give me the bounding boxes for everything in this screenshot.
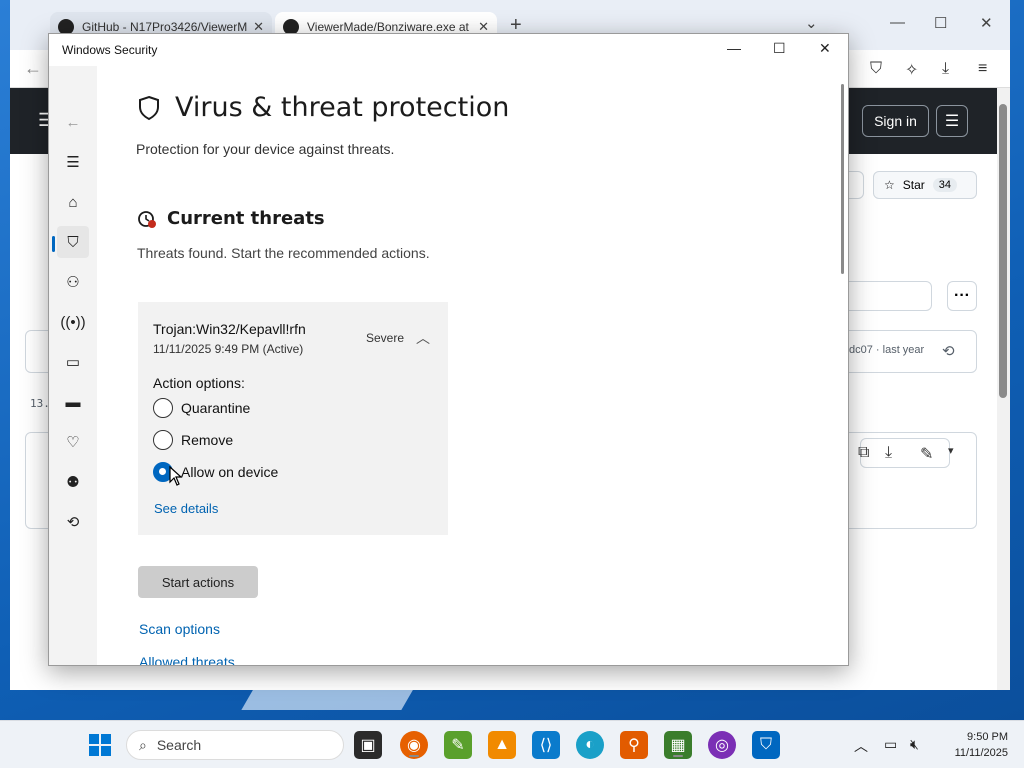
active-nav-indicator: [52, 236, 55, 252]
hamburger-icon[interactable]: ☰: [57, 146, 89, 178]
magic-wand-icon[interactable]: ✧: [905, 60, 918, 80]
star-button[interactable]: ☆ Star 34: [873, 171, 977, 199]
option-allow-label: Allow on device: [181, 464, 279, 480]
download-raw-icon[interactable]: ⤓: [885, 444, 892, 462]
menu-icon[interactable]: ≡: [978, 60, 987, 78]
speaker-mute-icon[interactable]: 🔇︎: [910, 736, 919, 753]
section-subtitle: Threats found. Start the recommended act…: [137, 245, 430, 261]
chevron-up-icon[interactable]: ︿: [416, 328, 430, 348]
section-title: Current threats: [167, 208, 325, 229]
home-icon[interactable]: ⌂: [57, 186, 89, 218]
threat-name: Trojan:Win32/Kepavll!rfn: [153, 321, 306, 337]
copy-icon[interactable]: ⧉: [858, 444, 869, 462]
family-icon[interactable]: ⚉: [57, 466, 89, 498]
bluestacks-icon[interactable]: ▦: [664, 731, 692, 759]
security-scrollbar[interactable]: [841, 84, 844, 274]
tab-list-chevron-icon[interactable]: ⌄: [805, 14, 818, 32]
clock-date: 11/11/2025: [954, 747, 1008, 759]
scan-options-link[interactable]: Scan options: [139, 621, 220, 637]
start-actions-button[interactable]: Start actions: [138, 566, 258, 598]
maximize-icon[interactable]: ☐: [934, 14, 947, 32]
laptop-icon[interactable]: ▬: [57, 386, 89, 418]
network-icon[interactable]: ▭: [884, 736, 897, 753]
tor-browser-icon[interactable]: ◎: [708, 731, 736, 759]
page-title: Virus & threat protection: [175, 92, 510, 123]
clock-time: 9:50 PM: [967, 731, 1008, 743]
page-header: Virus & threat protection: [137, 92, 509, 123]
notepad-plus-icon[interactable]: ✎: [444, 731, 472, 759]
browser-tab-1-label: GitHub - N17Pro3426/ViewerM: [82, 20, 248, 34]
file-actions: [860, 438, 950, 468]
firefox-icon[interactable]: ◉: [400, 731, 428, 759]
severity-label: Severe: [366, 331, 405, 345]
file-line-count: 13.: [30, 397, 50, 410]
shield-icon: [139, 95, 159, 120]
maximize-icon[interactable]: ☐: [773, 40, 786, 57]
star-label: Star: [902, 178, 925, 192]
window-title: Windows Security: [62, 43, 158, 57]
search-icon: ⌕: [139, 736, 147, 753]
option-quarantine[interactable]: Quarantine: [153, 398, 250, 418]
star-count: 34: [932, 178, 958, 192]
edit-dropdown-icon[interactable]: ▾: [948, 444, 954, 457]
edit-pencil-icon[interactable]: ✎: [920, 444, 933, 464]
minimize-icon[interactable]: —: [727, 40, 741, 56]
close-icon[interactable]: ✕: [819, 40, 831, 57]
threat-card: Trojan:Win32/Kepavll!rfn 11/11/2025 9:49…: [138, 302, 448, 535]
taskbar: ⌕ Search ▣ ◉ ✎ ▲ ⟨⟩ ◐ ⚲ ▦ ◎ ⛉ ︿ ▭ 🔇︎ 9:5…: [0, 720, 1024, 768]
mouse-cursor-icon: [169, 466, 183, 486]
option-quarantine-label: Quarantine: [181, 400, 251, 416]
vlc-icon[interactable]: ▲: [488, 731, 516, 759]
threat-clock-icon: [138, 210, 156, 228]
wireless-icon[interactable]: ((•)): [57, 306, 89, 338]
title-bar: Windows Security — ☐ ✕: [49, 34, 848, 66]
star-icon: ☆: [884, 178, 895, 192]
shield-icon[interactable]: ⛉: [57, 226, 89, 258]
app-browser-icon[interactable]: ▭: [57, 346, 89, 378]
more-options-icon[interactable]: ···: [947, 281, 977, 311]
threat-date: 11/11/2025 9:49 PM (Active): [153, 342, 304, 356]
history-icon[interactable]: ⟲: [942, 342, 955, 360]
vscode-icon[interactable]: ⟨⟩: [532, 731, 560, 759]
task-view-icon[interactable]: ▣: [354, 731, 382, 759]
option-remove-label: Remove: [181, 432, 234, 448]
settings-sliders-icon[interactable]: ☰: [936, 105, 968, 137]
search-tool-icon[interactable]: ⚲: [620, 731, 648, 759]
close-window-icon[interactable]: ✕: [980, 14, 993, 32]
windows-start-icon[interactable]: [88, 733, 112, 757]
option-remove[interactable]: Remove: [153, 430, 233, 450]
browser-tab-2-label: ViewerMade/Bonziware.exe at: [307, 20, 469, 34]
gear-icon[interactable]: ⚙: [57, 658, 89, 665]
person-icon[interactable]: ⚇: [57, 266, 89, 298]
clock[interactable]: 9:50 PM 11/11/2025: [938, 729, 1008, 761]
taskbar-search[interactable]: ⌕ Search: [126, 730, 344, 760]
radio-quarantine[interactable]: [153, 398, 173, 418]
search-label: Search: [156, 737, 202, 753]
security-nav: ← ☰ ⌂ ⛉ ⚇ ((•)) ▭ ▬ ♡ ⚉ ⟲ ⚙: [49, 66, 97, 665]
windows-security-window: Windows Security — ☐ ✕ ← ☰ ⌂ ⛉ ⚇ ((•)) ▭…: [48, 33, 849, 666]
download-icon[interactable]: ⤓: [942, 60, 949, 78]
windows-security-icon[interactable]: ⛉: [752, 731, 780, 759]
shield-icon[interactable]: ⛉: [870, 60, 882, 78]
chevron-up-icon[interactable]: ︿: [854, 736, 868, 756]
history-icon[interactable]: ⟲: [57, 506, 89, 538]
back-arrow-icon[interactable]: ←: [24, 58, 42, 79]
page-subtitle: Protection for your device against threa…: [136, 141, 395, 157]
edge-icon[interactable]: ◐: [576, 731, 604, 759]
section-header: Current threats: [137, 208, 325, 229]
browser-scrollbar[interactable]: [997, 88, 1010, 690]
heart-pulse-icon[interactable]: ♡: [57, 426, 89, 458]
minimize-icon[interactable]: —: [890, 14, 905, 31]
action-options-label: Action options:: [153, 375, 245, 391]
radio-remove[interactable]: [153, 430, 173, 450]
sign-in-button[interactable]: Sign in: [862, 105, 929, 137]
see-details-link[interactable]: See details: [154, 501, 218, 516]
allowed-threats-link[interactable]: Allowed threats: [139, 654, 235, 665]
back-arrow-icon[interactable]: ←: [57, 106, 89, 138]
commit-info[interactable]: dc07 · last year: [849, 344, 924, 356]
